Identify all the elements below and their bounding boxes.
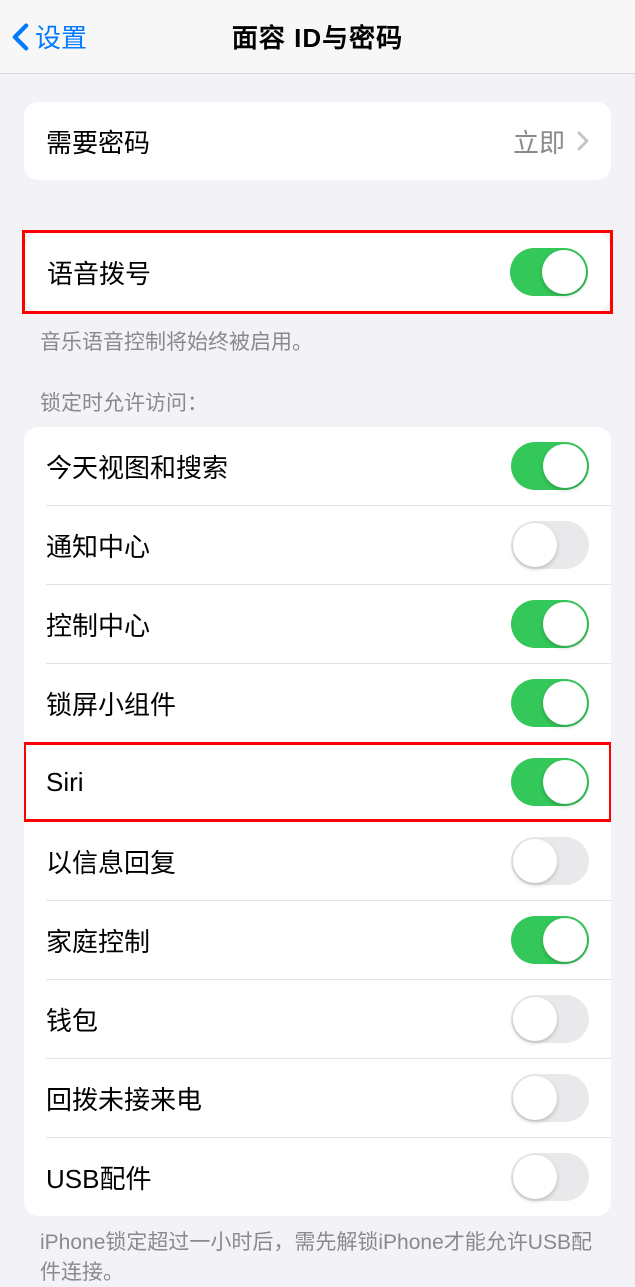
toggle-knob xyxy=(543,760,587,804)
voice-dial-row: 语音拨号 xyxy=(25,233,610,311)
lock-access-label: 钱包 xyxy=(46,1001,98,1038)
lock-access-row: 钱包 xyxy=(24,980,611,1058)
content-area: 需要密码 立即 语音拨号 音乐语音控制将始终被启用。 锁定时允许访问： 今天视图… xyxy=(0,74,635,1287)
lock-access-toggle[interactable] xyxy=(511,1074,589,1122)
lock-access-toggle[interactable] xyxy=(511,1153,589,1201)
lock-access-label: 回拨未接来电 xyxy=(46,1080,202,1117)
lock-access-row: 以信息回复 xyxy=(24,822,611,900)
lock-access-label: 控制中心 xyxy=(46,606,150,643)
lock-access-toggle[interactable] xyxy=(511,600,589,648)
voice-dial-highlight: 语音拨号 xyxy=(22,230,613,314)
lock-access-row: USB配件 xyxy=(24,1138,611,1216)
page-title: 面容 ID与密码 xyxy=(232,18,403,55)
lock-access-row: 今天视图和搜索 xyxy=(24,427,611,505)
toggle-knob xyxy=(543,681,587,725)
lock-access-toggle[interactable] xyxy=(511,758,589,806)
back-button[interactable]: 设置 xyxy=(0,18,87,55)
chevron-right-icon xyxy=(577,131,589,151)
lock-access-toggle[interactable] xyxy=(511,521,589,569)
navigation-bar: 设置 面容 ID与密码 xyxy=(0,0,635,74)
lock-access-toggle[interactable] xyxy=(511,442,589,490)
voice-dial-label: 语音拨号 xyxy=(47,254,151,291)
lock-access-header: 锁定时允许访问： xyxy=(0,357,635,427)
toggle-knob xyxy=(513,1076,557,1120)
lock-access-label: 通知中心 xyxy=(46,527,150,564)
toggle-knob xyxy=(543,602,587,646)
toggle-knob xyxy=(543,444,587,488)
toggle-knob xyxy=(513,523,557,567)
lock-access-label: USB配件 xyxy=(46,1159,151,1196)
chevron-left-icon xyxy=(12,22,29,52)
toggle-knob xyxy=(513,1155,557,1199)
require-passcode-value: 立即 xyxy=(513,123,565,160)
lock-access-row: 家庭控制 xyxy=(24,901,611,979)
require-passcode-row[interactable]: 需要密码 立即 xyxy=(24,102,611,180)
lock-access-label: 家庭控制 xyxy=(46,922,150,959)
lock-access-row: 锁屏小组件 xyxy=(24,664,611,742)
lock-access-footer: iPhone锁定超过一小时后，需先解锁iPhone才能允许USB配件连接。 xyxy=(0,1216,635,1287)
lock-access-group: 今天视图和搜索通知中心控制中心锁屏小组件 Siri 以信息回复家庭控制钱包回拨未接来… xyxy=(24,427,611,1216)
lock-access-row: 回拨未接来电 xyxy=(24,1059,611,1137)
require-passcode-label: 需要密码 xyxy=(46,123,150,160)
voice-dial-toggle[interactable] xyxy=(510,248,588,296)
lock-access-row: Siri xyxy=(24,743,611,821)
lock-access-toggle[interactable] xyxy=(511,916,589,964)
lock-access-row: 控制中心 xyxy=(24,585,611,663)
lock-access-label: 锁屏小组件 xyxy=(46,685,176,722)
back-label: 设置 xyxy=(35,18,87,55)
toggle-knob xyxy=(542,250,586,294)
toggle-knob xyxy=(513,997,557,1041)
lock-access-label: 今天视图和搜索 xyxy=(46,448,228,485)
toggle-knob xyxy=(543,918,587,962)
require-passcode-group: 需要密码 立即 xyxy=(24,102,611,180)
lock-access-toggle[interactable] xyxy=(511,837,589,885)
voice-dial-footer: 音乐语音控制将始终被启用。 xyxy=(0,316,635,357)
lock-access-toggle[interactable] xyxy=(511,995,589,1043)
lock-access-row: 通知中心 xyxy=(24,506,611,584)
lock-access-toggle[interactable] xyxy=(511,679,589,727)
toggle-knob xyxy=(513,839,557,883)
voice-dial-group: 语音拨号 xyxy=(25,233,610,311)
lock-access-label: 以信息回复 xyxy=(46,843,176,880)
lock-access-label: Siri xyxy=(46,767,84,798)
